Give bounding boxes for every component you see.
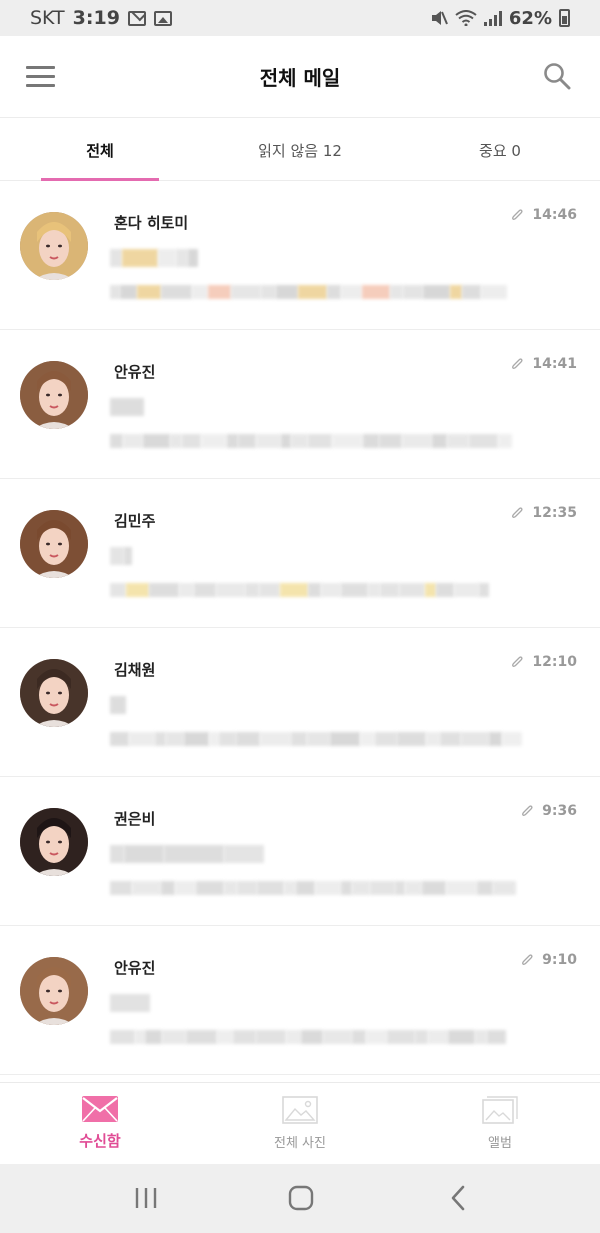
mail-subject-redacted xyxy=(110,547,132,565)
mail-subject-redacted xyxy=(110,398,144,416)
mail-sender: 안유진 xyxy=(114,363,156,381)
page-title: 전체 메일 xyxy=(259,66,341,90)
mail-sender: 김채원 xyxy=(114,661,156,679)
mail-meta: 14:41 xyxy=(510,356,577,372)
mail-preview-redacted xyxy=(110,583,489,597)
wifi-icon xyxy=(455,10,477,26)
album-icon xyxy=(482,1096,518,1124)
mail-sender: 안유진 xyxy=(114,959,156,977)
avatar[interactable] xyxy=(20,808,88,876)
mail-notification-icon xyxy=(127,10,146,26)
mail-time: 12:10 xyxy=(532,654,577,670)
tab-all[interactable]: 전체 xyxy=(0,118,200,181)
mail-subject-redacted xyxy=(110,845,264,863)
paperclip-icon xyxy=(522,954,533,965)
carrier-label: SKT xyxy=(30,7,65,29)
avatar[interactable] xyxy=(20,957,88,1025)
avatar[interactable] xyxy=(20,659,88,727)
mail-meta: 12:35 xyxy=(510,505,577,521)
envelope-icon xyxy=(82,1096,118,1122)
nav-all-photos-label: 전체 사진 xyxy=(274,1136,326,1151)
mail-meta: 12:10 xyxy=(510,654,577,670)
mail-meta: 14:46 xyxy=(510,207,577,223)
clock: 3:19 xyxy=(72,7,120,29)
paperclip-icon xyxy=(522,805,533,816)
paperclip-icon xyxy=(512,209,523,220)
app-header: 전체 메일 xyxy=(0,36,600,118)
battery-percent: 62% xyxy=(508,7,552,29)
mail-list-item[interactable]: 김채원 12:10 xyxy=(0,628,600,777)
mail-time: 9:10 xyxy=(542,952,577,968)
avatar[interactable] xyxy=(20,361,88,429)
battery-icon xyxy=(559,9,570,27)
nav-album[interactable]: 앨범 xyxy=(400,1083,600,1164)
image-notification-icon xyxy=(153,10,172,26)
back-icon[interactable] xyxy=(448,1185,468,1211)
paperclip-icon xyxy=(512,656,523,667)
tab-important[interactable]: 중요 0 xyxy=(400,118,600,180)
mail-list-item[interactable]: 혼다 히토미 14:46 xyxy=(0,181,600,330)
recent-apps-icon[interactable] xyxy=(134,1185,158,1211)
search-icon[interactable] xyxy=(543,62,571,90)
mail-list-item[interactable]: 권은비 9:36 xyxy=(0,777,600,926)
mail-list-item[interactable]: 안유진 14:41 xyxy=(0,330,600,479)
mail-sender: 혼다 히토미 xyxy=(114,214,189,232)
mail-subject-redacted xyxy=(110,696,126,714)
mail-filter-tabs: 전체 읽지 않음 12 중요 0 xyxy=(0,118,600,181)
avatar[interactable] xyxy=(20,510,88,578)
nav-inbox[interactable]: 수신함 xyxy=(0,1083,200,1164)
paperclip-icon xyxy=(512,507,523,518)
mail-list-item[interactable]: 안유진 9:10 xyxy=(0,926,600,1075)
mail-list-item[interactable]: 김민주 12:35 xyxy=(0,479,600,628)
system-navigation-bar xyxy=(0,1164,600,1233)
mail-sender: 권은비 xyxy=(114,810,156,828)
mail-preview-redacted xyxy=(110,881,516,895)
mail-meta: 9:10 xyxy=(520,952,577,968)
bottom-navigation: 수신함 전체 사진 앨범 xyxy=(0,1082,600,1164)
nav-inbox-label: 수신함 xyxy=(79,1132,121,1150)
mail-time: 9:36 xyxy=(542,803,577,819)
mail-subject-redacted xyxy=(110,249,198,267)
mail-time: 12:35 xyxy=(532,505,577,521)
status-bar-right: 62% xyxy=(430,8,570,29)
mail-time: 14:46 xyxy=(532,207,577,223)
avatar[interactable] xyxy=(20,212,88,280)
mail-preview-redacted xyxy=(110,434,512,448)
mail-preview-redacted xyxy=(110,1030,506,1044)
status-bar-left: SKT 3:19 xyxy=(30,7,172,29)
mail-time: 14:41 xyxy=(532,356,577,372)
nav-album-label: 앨범 xyxy=(488,1136,512,1151)
mail-preview-redacted xyxy=(110,285,507,299)
mail-subject-redacted xyxy=(110,994,150,1012)
tab-unread[interactable]: 읽지 않음 12 xyxy=(200,118,400,180)
mail-sender: 김민주 xyxy=(114,512,156,530)
status-bar: SKT 3:19 62% xyxy=(0,0,600,36)
home-icon[interactable] xyxy=(288,1185,314,1211)
mail-preview-redacted xyxy=(110,732,522,746)
mute-icon xyxy=(431,11,448,25)
image-icon xyxy=(282,1096,318,1124)
signal-icon xyxy=(483,10,502,26)
mail-list: 혼다 히토미 14:46 안유진 14:41 김민주 12:35 김채원 12:10 권은비 9:… xyxy=(0,181,600,1075)
paperclip-icon xyxy=(512,358,523,369)
mail-meta: 9:36 xyxy=(520,803,577,819)
nav-all-photos[interactable]: 전체 사진 xyxy=(200,1083,400,1164)
